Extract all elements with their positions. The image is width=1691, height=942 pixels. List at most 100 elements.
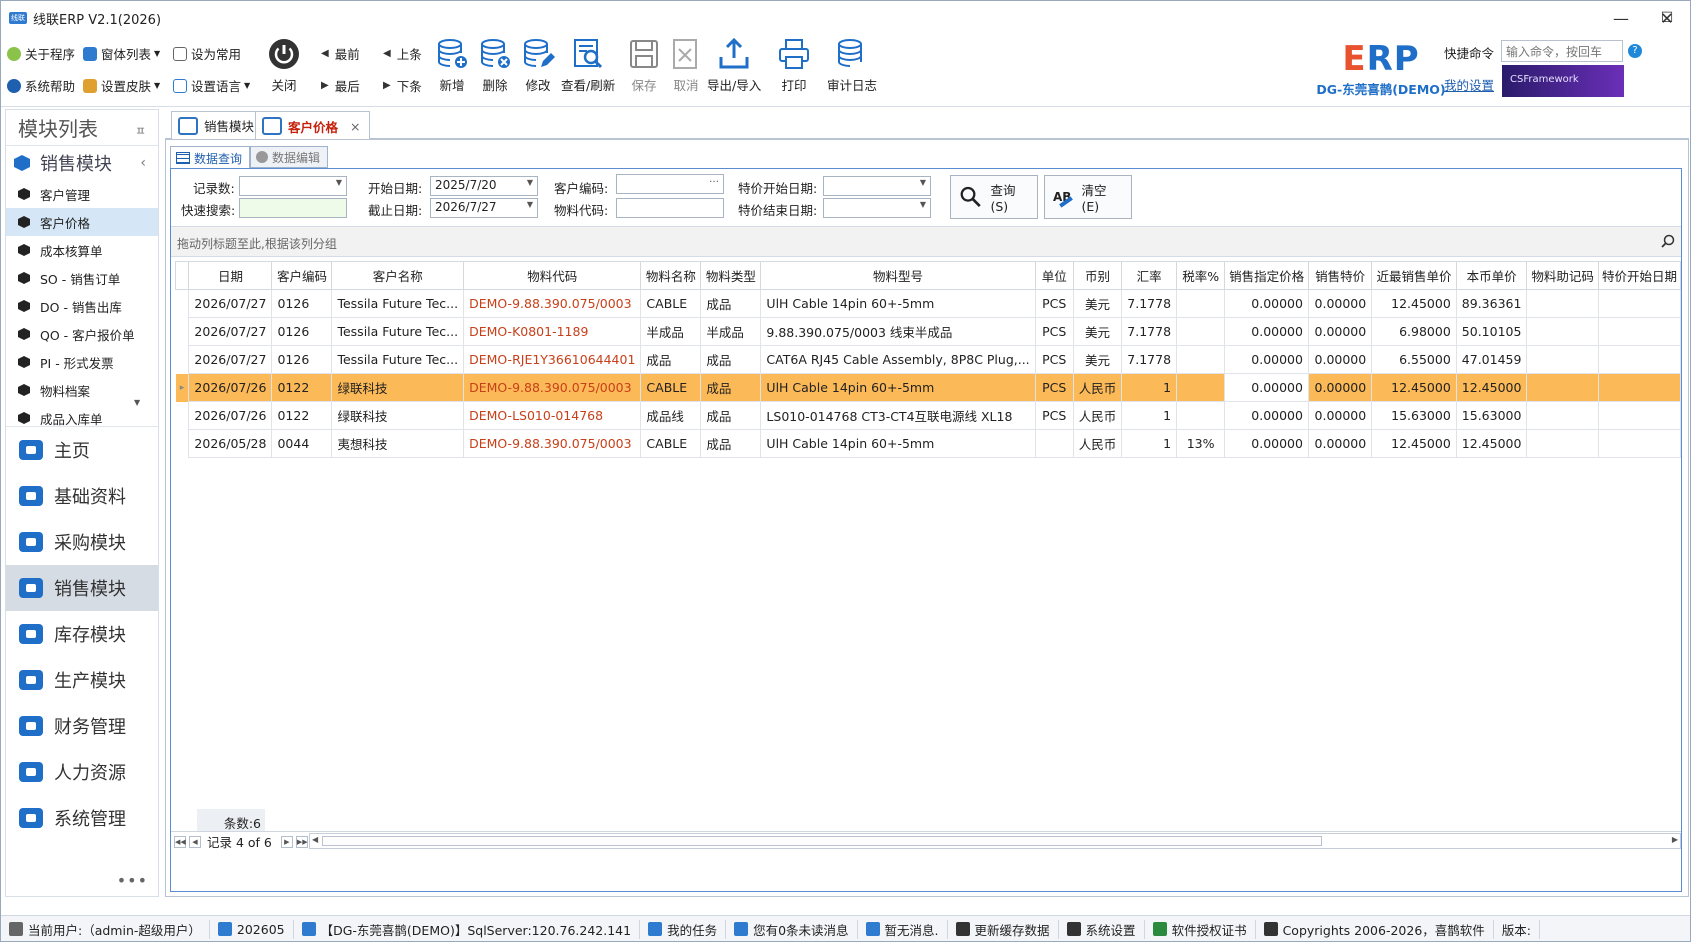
table-cell[interactable] (1597, 373, 1681, 402)
table-cell[interactable]: 人民币 (1072, 373, 1123, 402)
table-cell[interactable]: 美元 (1072, 289, 1123, 318)
table-cell[interactable]: 0.00000 (1224, 289, 1309, 318)
module-item[interactable]: 主页 (6, 427, 158, 473)
status-item[interactable]: 【DG-东莞喜鹊(DEMO)】SqlServer:120.76.242.141 (294, 919, 641, 939)
about-button[interactable]: 关于程序 (7, 44, 75, 63)
table-cell[interactable]: 47.01459 (1455, 345, 1528, 374)
table-cell[interactable]: 2026/07/26 (188, 373, 273, 402)
status-item[interactable]: 暂无消息. (858, 919, 948, 939)
status-item[interactable]: 系统设置 (1059, 919, 1145, 939)
group-panel[interactable]: 拖动列标题至此,根据该列分组 (171, 227, 1681, 257)
table-cell[interactable]: 6.98000 (1371, 317, 1457, 346)
table-cell[interactable]: 2026/07/27 (188, 289, 273, 318)
more-options-icon[interactable]: ••• (117, 871, 148, 890)
special-start-input[interactable]: ▼ (823, 176, 931, 196)
column-header[interactable]: 物料名称 (640, 261, 702, 290)
table-cell[interactable]: 0126 (271, 345, 333, 374)
skin-button[interactable]: 设置皮肤 ▼ (83, 76, 160, 95)
table-cell[interactable]: 0126 (271, 289, 333, 318)
sidebar-group-sales[interactable]: 销售模块 ‹ (6, 146, 158, 180)
status-item[interactable]: Copyrights 2006-2026，喜鹊软件 (1256, 919, 1494, 939)
table-cell[interactable]: CAT6A RJ45 Cable Assembly, 8P8C Plug,... (760, 345, 1036, 374)
column-header[interactable]: 物料类型 (700, 261, 762, 290)
table-cell[interactable]: PCS (1034, 345, 1074, 374)
sidebar-item[interactable]: DO - 销售出库 (6, 292, 158, 320)
table-cell[interactable]: 成品 (700, 401, 762, 430)
table-cell[interactable]: CABLE (640, 289, 702, 318)
status-item[interactable]: 您有0条未读消息 (726, 919, 858, 939)
table-cell[interactable]: 成品线 (640, 401, 702, 430)
table-cell[interactable]: 0.00000 (1224, 345, 1309, 374)
export-import-button[interactable]: 导出/导入 (707, 37, 761, 94)
table-cell[interactable]: 半成品 (640, 317, 702, 346)
status-item[interactable]: 版本: (1494, 919, 1540, 939)
table-cell[interactable]: 0.00000 (1224, 401, 1309, 430)
first-record-button[interactable]: ◀ 最前 (321, 44, 360, 63)
column-header[interactable]: 税率% (1176, 261, 1226, 290)
table-cell[interactable]: 绿联科技 (331, 373, 465, 402)
table-cell[interactable]: 12.45000 (1371, 373, 1457, 402)
module-item[interactable]: 采购模块 (6, 519, 158, 565)
print-button[interactable]: 打印 (777, 37, 811, 94)
table-cell[interactable] (1176, 401, 1226, 430)
table-cell[interactable]: 1 (1121, 373, 1178, 402)
prev-record-button[interactable]: ◀ 上条 (383, 44, 422, 63)
customer-code-input[interactable]: … (616, 174, 724, 194)
language-button[interactable]: 设置语言 ▼ (173, 76, 250, 95)
clear-button[interactable]: AB 清空(E) (1044, 175, 1132, 219)
table-cell[interactable]: Tessila Future Tec... (331, 345, 465, 374)
table-cell[interactable] (1526, 429, 1599, 458)
table-cell[interactable]: 0.00000 (1307, 401, 1373, 430)
column-header[interactable]: 销售指定价格 (1224, 261, 1309, 290)
column-header[interactable]: 物料代码 (463, 261, 642, 290)
table-cell[interactable]: 12.45000 (1371, 289, 1457, 318)
column-header[interactable]: 近最销售单价 (1371, 261, 1457, 290)
close-module-button[interactable]: 关闭 (267, 37, 301, 94)
column-header[interactable]: 物料型号 (760, 261, 1036, 290)
table-cell[interactable]: 0.00000 (1307, 373, 1373, 402)
table-cell[interactable]: 0044 (271, 429, 333, 458)
delete-button[interactable]: 删除 (478, 37, 512, 94)
table-cell[interactable]: 成品 (700, 373, 762, 402)
module-item[interactable]: 库存模块 (6, 611, 158, 657)
help-button[interactable]: 系统帮助 (7, 76, 75, 95)
table-cell[interactable]: DEMO-K0801-1189 (463, 317, 642, 346)
search-icon[interactable] (1661, 234, 1675, 248)
table-cell[interactable]: 13% (1176, 429, 1226, 458)
nav-first-icon[interactable]: ◀◀ (174, 835, 186, 848)
status-item[interactable]: 当前用户:（admin-超级用户） (1, 919, 210, 939)
query-button[interactable]: 查询(S) (950, 175, 1038, 219)
column-header[interactable]: 销售特价 (1307, 261, 1373, 290)
column-header[interactable]: 汇率 (1121, 261, 1178, 290)
set-common-button[interactable]: 设为常用 (173, 44, 241, 63)
nav-last-icon[interactable]: ▶▶ (295, 835, 308, 848)
view-refresh-button[interactable]: 查看/刷新 (561, 37, 615, 94)
sidebar-item[interactable]: 成本核算单 (6, 236, 158, 264)
table-cell[interactable]: 15.63000 (1371, 401, 1457, 430)
module-item[interactable]: 系统管理 (6, 795, 158, 841)
last-record-button[interactable]: ▶ 最后 (321, 76, 360, 95)
table-cell[interactable]: 1 (1121, 429, 1178, 458)
table-cell[interactable] (1597, 345, 1681, 374)
table-cell[interactable]: 15.63000 (1455, 401, 1528, 430)
table-cell[interactable]: 7.1778 (1121, 289, 1178, 318)
nav-prev-icon[interactable]: ◀ (189, 835, 201, 848)
table-cell[interactable]: 9.88.390.075/0003 线束半成品 (760, 317, 1036, 346)
status-item[interactable]: 我的任务 (640, 919, 727, 939)
table-cell[interactable]: 2026/07/26 (188, 401, 273, 430)
table-cell[interactable]: Tessila Future Tec... (331, 289, 465, 318)
table-cell[interactable]: 成品 (700, 429, 762, 458)
table-cell[interactable]: Tessila Future Tec... (331, 317, 465, 346)
scroll-thumb[interactable] (322, 836, 1322, 846)
next-record-button[interactable]: ▶ 下条 (383, 76, 422, 95)
edit-button[interactable]: 修改 (521, 37, 555, 94)
module-item[interactable]: 销售模块 (6, 565, 158, 611)
column-header[interactable]: 特价开始日期 (1597, 261, 1681, 290)
table-row[interactable]: 2026/07/27 0126 Tessila Future Tec... DEMO-… (176, 317, 1681, 346)
table-row[interactable]: 2026/07/27 0126 Tessila Future Tec... DEMO-… (176, 345, 1681, 374)
table-cell[interactable]: 0.00000 (1224, 429, 1309, 458)
table-cell[interactable]: 0122 (271, 373, 333, 402)
table-cell[interactable] (1176, 317, 1226, 346)
table-cell[interactable] (1526, 317, 1599, 346)
table-cell[interactable]: PCS (1034, 317, 1074, 346)
